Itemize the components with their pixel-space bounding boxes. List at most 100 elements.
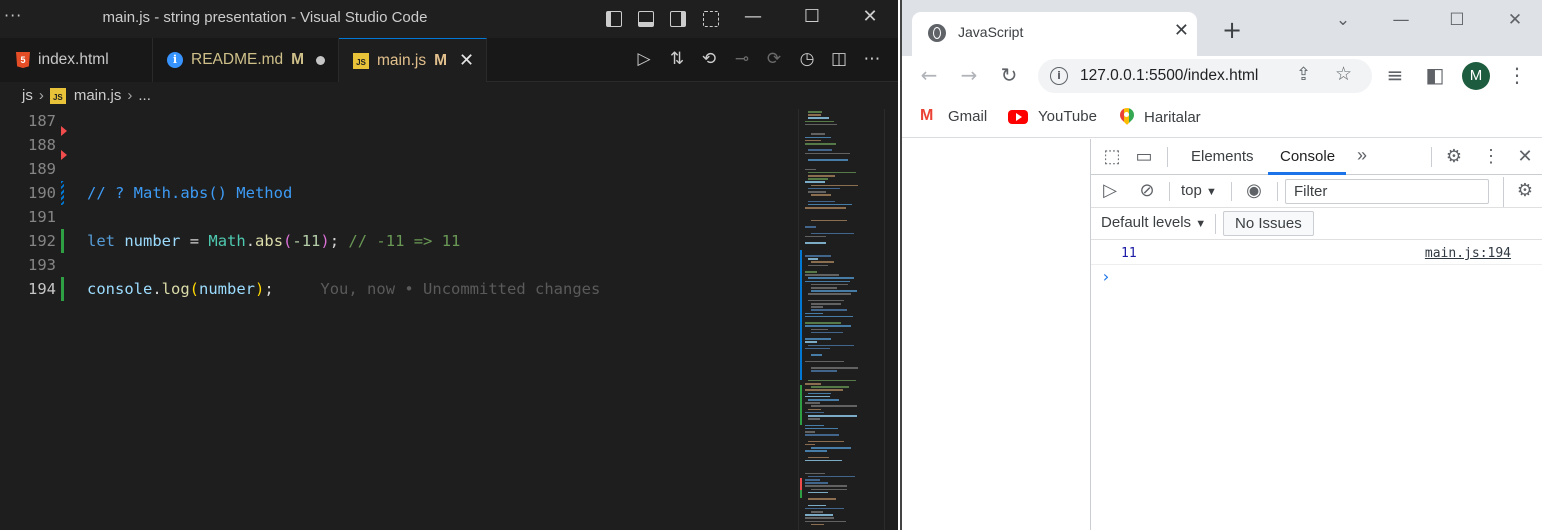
console-prompt-chevron-icon[interactable]: › <box>1101 267 1111 286</box>
minimap-line <box>805 431 815 433</box>
bookmark-star-icon[interactable]: ☆ <box>1335 63 1352 85</box>
more-tabs-chevron-icon[interactable]: » <box>1351 145 1373 166</box>
tab-console[interactable]: Console <box>1280 148 1335 165</box>
close-devtools-icon[interactable]: ✕ <box>1514 146 1536 167</box>
side-panel-icon[interactable]: ◧ <box>1422 63 1448 87</box>
minimap-line <box>805 280 850 283</box>
more-options-icon[interactable]: ⋮ <box>1480 146 1502 167</box>
minimap-line <box>805 325 851 327</box>
back-arrow-icon[interactable]: ← <box>916 63 942 87</box>
customize-layout-icon[interactable] <box>703 11 719 27</box>
browser-tab[interactable]: JavaScript ✕ <box>912 12 1197 56</box>
address-bar[interactable]: i 127.0.0.1:5500/index.html ⇪ ☆ <box>1038 59 1372 93</box>
minimap[interactable] <box>798 109 884 530</box>
minimize-icon[interactable]: — <box>738 6 768 27</box>
added-line-marker[interactable] <box>61 229 64 253</box>
minimap-line <box>808 418 820 420</box>
console-settings-gear-icon[interactable]: ⚙ <box>1514 180 1536 201</box>
code-line[interactable]: 191 <box>0 205 798 229</box>
minimap-line <box>805 450 827 452</box>
context-selector[interactable]: top ▼ <box>1181 182 1217 199</box>
vertical-scrollbar[interactable] <box>884 109 898 530</box>
breadcrumb-folder[interactable]: js <box>22 87 33 104</box>
console-value: 11 <box>1121 246 1137 261</box>
go-forward-icon[interactable]: ⟳ <box>763 49 785 69</box>
bookmark-youtube[interactable]: YouTube <box>1008 108 1097 125</box>
code-line[interactable]: 189 <box>0 157 798 181</box>
maximize-icon[interactable]: ☐ <box>797 6 827 27</box>
settings-gear-icon[interactable]: ⚙ <box>1443 146 1465 167</box>
open-changes-icon[interactable]: ◷ <box>796 49 818 69</box>
tab-index-html[interactable]: 5 index.html <box>0 38 153 82</box>
clear-console-icon[interactable]: ⊘ <box>1136 180 1158 201</box>
toggle-primary-sidebar-icon[interactable] <box>606 11 622 27</box>
more-menu-icon[interactable]: ⋮ <box>1504 63 1530 87</box>
media-controls-icon[interactable]: ≡ <box>1382 63 1408 87</box>
tab-main-js[interactable]: JS main.js M ✕ <box>339 38 487 82</box>
minimap-line <box>805 152 850 155</box>
minimap-line <box>811 290 857 292</box>
split-editor-icon[interactable]: ◫ <box>828 49 850 69</box>
code-line[interactable]: 193 <box>0 253 798 277</box>
show-sidebar-icon[interactable]: ▷ <box>1099 180 1121 201</box>
close-tab-icon[interactable]: ✕ <box>1174 20 1189 41</box>
minimap-line <box>805 424 824 427</box>
go-back-icon[interactable]: ⟲ <box>698 49 720 69</box>
live-expression-eye-icon[interactable]: ◉ <box>1243 180 1265 201</box>
run-icon[interactable]: ▷ <box>633 49 655 69</box>
code-line[interactable]: 192 let number = Math.abs(-11); // -11 =… <box>0 229 798 253</box>
breadcrumb-file[interactable]: main.js <box>74 87 122 104</box>
compare-changes-icon[interactable]: ⇅ <box>666 49 688 69</box>
site-info-icon[interactable]: i <box>1050 67 1068 85</box>
number-literal: -11 <box>292 232 321 250</box>
tab-elements[interactable]: Elements <box>1191 148 1254 165</box>
code-comment: // ? Math.abs() Method <box>87 184 293 202</box>
minimap-line <box>811 232 854 235</box>
device-toolbar-icon[interactable]: ▭ <box>1133 146 1155 167</box>
more-actions-icon[interactable]: ⋯ <box>861 49 883 69</box>
toggle-secondary-sidebar-icon[interactable] <box>670 11 686 27</box>
forward-arrow-icon[interactable]: → <box>956 63 982 87</box>
modified-line-marker[interactable] <box>61 181 64 205</box>
log-levels-dropdown[interactable]: Default levels ▼ <box>1101 214 1206 231</box>
new-tab-plus-icon[interactable]: + <box>1222 16 1242 44</box>
url-text[interactable]: 127.0.0.1:5500/index.html <box>1080 67 1258 85</box>
source-link[interactable]: main.js:194 <box>1425 246 1511 261</box>
code-line[interactable]: 190 // ? Math.abs() Method <box>0 181 798 205</box>
line-number: 192 <box>28 232 56 250</box>
unsaved-dot-icon[interactable] <box>316 55 326 65</box>
minimap-line <box>811 184 858 187</box>
code-editor[interactable]: 187 188 189 190 // ? Math.abs() Method 1… <box>0 109 798 530</box>
reload-icon[interactable]: ↻ <box>996 63 1022 87</box>
minimap-line <box>805 341 817 343</box>
minimap-line <box>805 389 843 391</box>
code-line-current[interactable]: 194 console.log(number); You, now • Unco… <box>0 277 798 301</box>
line-number: 194 <box>28 280 56 298</box>
bookmark-gmail[interactable]: Gmail <box>920 107 987 126</box>
added-line-marker[interactable] <box>61 277 64 301</box>
close-tab-icon[interactable]: ✕ <box>459 50 474 71</box>
bookmark-maps[interactable]: Haritalar <box>1120 108 1201 126</box>
js-icon: JS <box>353 52 369 69</box>
minimap-line <box>805 472 825 475</box>
avatar[interactable]: M <box>1462 62 1490 90</box>
minimap-line <box>805 517 834 519</box>
issues-button[interactable]: No Issues <box>1223 211 1314 236</box>
timeline-icon[interactable]: ⊸ <box>731 49 753 69</box>
close-window-icon[interactable]: ✕ <box>1500 10 1530 30</box>
inspect-element-icon[interactable]: ⬚ <box>1101 146 1123 167</box>
minimap-change-marker <box>800 250 802 380</box>
code-line[interactable]: 187 <box>0 109 798 133</box>
tab-readme-md[interactable]: i README.md M <box>153 38 339 82</box>
toggle-panel-icon[interactable] <box>638 11 654 27</box>
breadcrumb-symbol[interactable]: ... <box>138 87 151 104</box>
maximize-icon[interactable]: ☐ <box>1442 10 1472 30</box>
close-window-icon[interactable]: ✕ <box>855 6 885 27</box>
filter-input[interactable] <box>1285 179 1489 204</box>
minimize-icon[interactable]: — <box>1386 10 1416 30</box>
bookmark-label: Haritalar <box>1144 108 1201 126</box>
line-number: 188 <box>28 136 56 154</box>
tab-search-chevron-icon[interactable]: ⌄ <box>1328 10 1358 30</box>
share-icon[interactable]: ⇪ <box>1296 64 1311 85</box>
code-line[interactable]: 188 <box>0 133 798 157</box>
